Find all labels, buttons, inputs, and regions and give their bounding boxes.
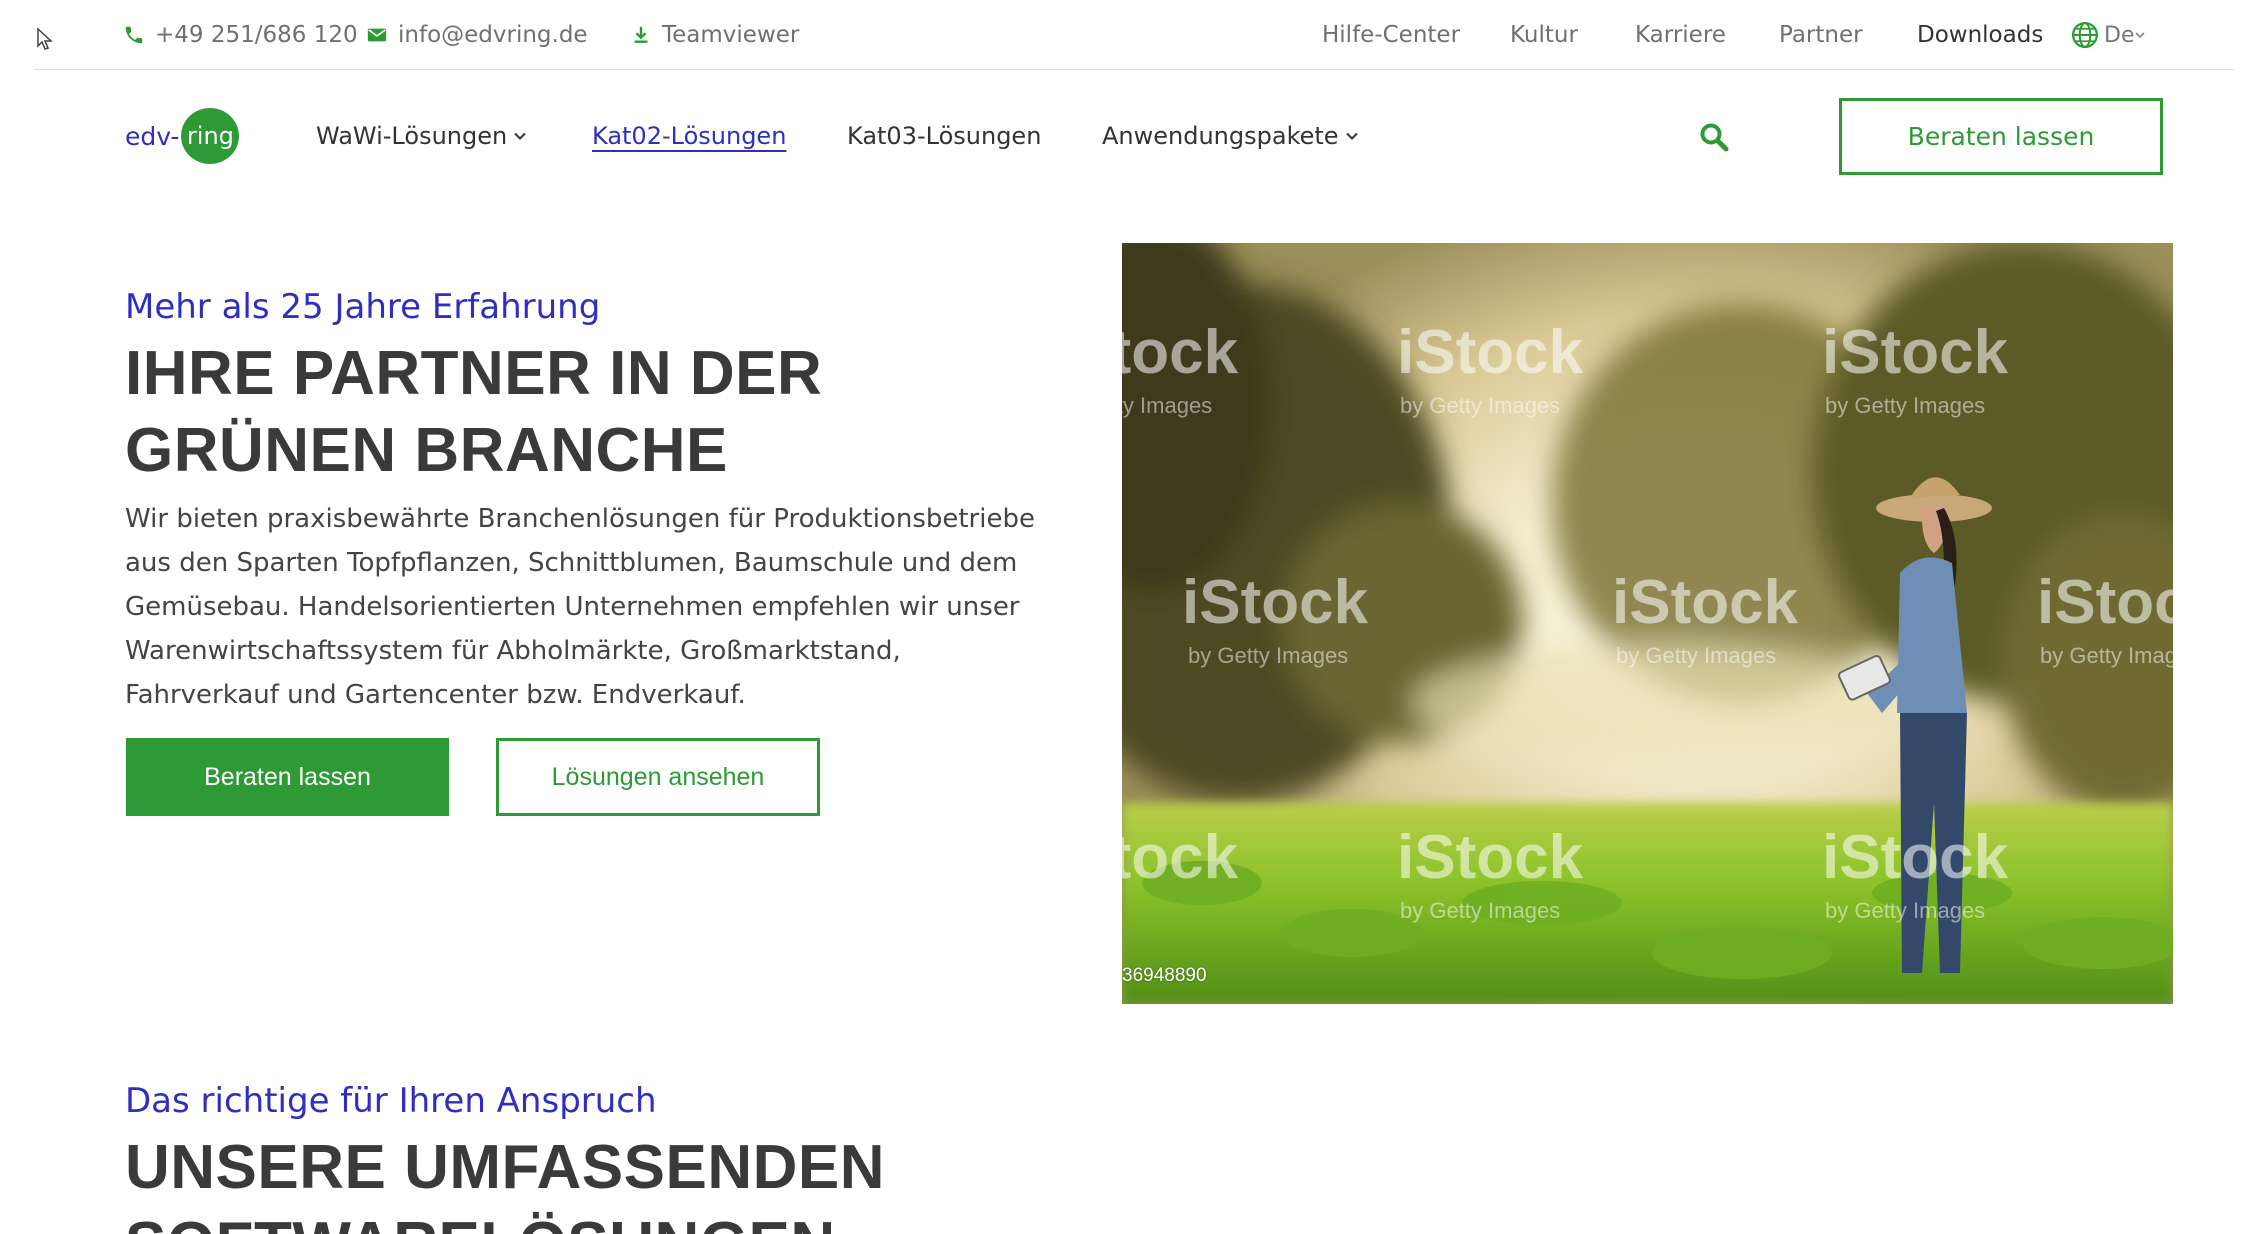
hilfe-center-link[interactable]: Hilfe-Center — [1322, 19, 1460, 51]
section-title: UNSERE UMFASSENDEN SOFTWARELÖSUNGEN — [125, 1129, 885, 1234]
topbar-divider — [34, 69, 2234, 70]
hero-description: Wir bieten praxisbewährte Branchenlösung… — [125, 504, 1035, 710]
email-link[interactable]: info@edvring.de — [366, 19, 588, 51]
teamviewer-download-link[interactable]: Teamviewer — [630, 19, 799, 51]
partner-link[interactable]: Partner — [1779, 19, 1863, 51]
hero-consult-button[interactable]: Beraten lassen — [126, 738, 449, 816]
section-eyebrow: Das richtige für Ihren Anspruch — [125, 1081, 657, 1121]
nav-kat02-loesungen[interactable]: Kat02-Lösungen — [592, 118, 786, 154]
chevron-down-icon — [514, 132, 526, 140]
email-address: info@edvring.de — [398, 22, 588, 48]
section-title-line1: UNSERE UMFASSENDEN — [125, 1133, 885, 1202]
phone-number: +49 251/686 120 — [155, 22, 358, 48]
view-solutions-button[interactable]: Lösungen ansehen — [496, 738, 820, 816]
chevron-down-icon — [1345, 132, 1358, 140]
chevron-down-icon — [2135, 32, 2146, 39]
watermark-subtext: by Getty Images — [1616, 643, 1776, 668]
teamviewer-label: Teamviewer — [662, 22, 800, 48]
image-stock-id: 36948890 — [1122, 965, 1207, 986]
globe-icon — [2072, 22, 2098, 48]
phone-link[interactable]: +49 251/686 120 — [123, 19, 358, 51]
watermark-subtext: by Getty Images — [1122, 393, 1212, 418]
download-icon — [634, 26, 648, 43]
nav-kat03-loesungen[interactable]: Kat03-Lösungen — [847, 118, 1041, 154]
watermark-subtext: by Getty Images — [2040, 643, 2173, 668]
hero-title-line2: GRÜNEN BRANCHE — [125, 416, 728, 485]
edv-ring-logo[interactable]: edv- ring — [125, 108, 240, 164]
header-consult-button[interactable]: Beraten lassen — [1839, 98, 2163, 175]
search-icon[interactable] — [1698, 121, 1730, 153]
phone-icon — [125, 26, 143, 44]
watermark-subtext: by Getty Images — [1825, 393, 1985, 418]
hero-title: IHRE PARTNER IN DER GRÜNEN BRANCHE — [125, 335, 822, 489]
language-selector[interactable]: De — [2070, 19, 2150, 51]
language-label: De — [2104, 22, 2135, 48]
section-title-line2: SOFTWARELÖSUNGEN — [125, 1210, 836, 1234]
watermark-text: iStock — [2037, 568, 2173, 637]
nav-wawi-loesungen[interactable]: WaWi-Lösungen — [316, 118, 527, 154]
mail-icon — [367, 28, 387, 42]
watermark-text: iStock — [1122, 823, 1239, 892]
kultur-link[interactable]: Kultur — [1510, 19, 1578, 51]
watermark-subtext: by Getty Images — [1188, 643, 1348, 668]
hero-title-line1: IHRE PARTNER IN DER — [125, 339, 823, 408]
hero-eyebrow: Mehr als 25 Jahre Erfahrung — [125, 287, 601, 327]
watermark-text: iStock — [1397, 823, 1584, 892]
downloads-link[interactable]: Downloads — [1917, 19, 2043, 51]
watermark-subtext: by Getty Images — [1400, 898, 1560, 923]
nav-anwendungspakete-label: Anwendungspakete — [1102, 122, 1339, 150]
logo-prefix: edv- — [125, 121, 180, 151]
watermark-text: iStock — [1182, 568, 1369, 637]
watermark-text: iStock — [1822, 823, 2009, 892]
nav-anwendungspakete[interactable]: Anwendungspakete — [1102, 118, 1359, 154]
hero-image-farmer-in-field: iStock iStock iStock iStock iStock iStoc… — [1122, 243, 2173, 1004]
watermark-text: iStock — [1612, 568, 1799, 637]
karriere-link[interactable]: Karriere — [1635, 19, 1726, 51]
top-utility-bar: +49 251/686 120 info@edvring.de Teamview… — [0, 0, 2259, 70]
watermark-subtext: by Getty Images — [1825, 898, 1985, 923]
watermark-text: iStock — [1122, 318, 1239, 387]
watermark-subtext: by Getty Images — [1400, 393, 1560, 418]
nav-wawi-label: WaWi-Lösungen — [316, 122, 508, 150]
watermark-text: iStock — [1822, 318, 2009, 387]
watermark-text: iStock — [1397, 318, 1584, 387]
mouse-cursor-icon — [37, 27, 53, 50]
logo-badge: ring — [181, 108, 240, 164]
